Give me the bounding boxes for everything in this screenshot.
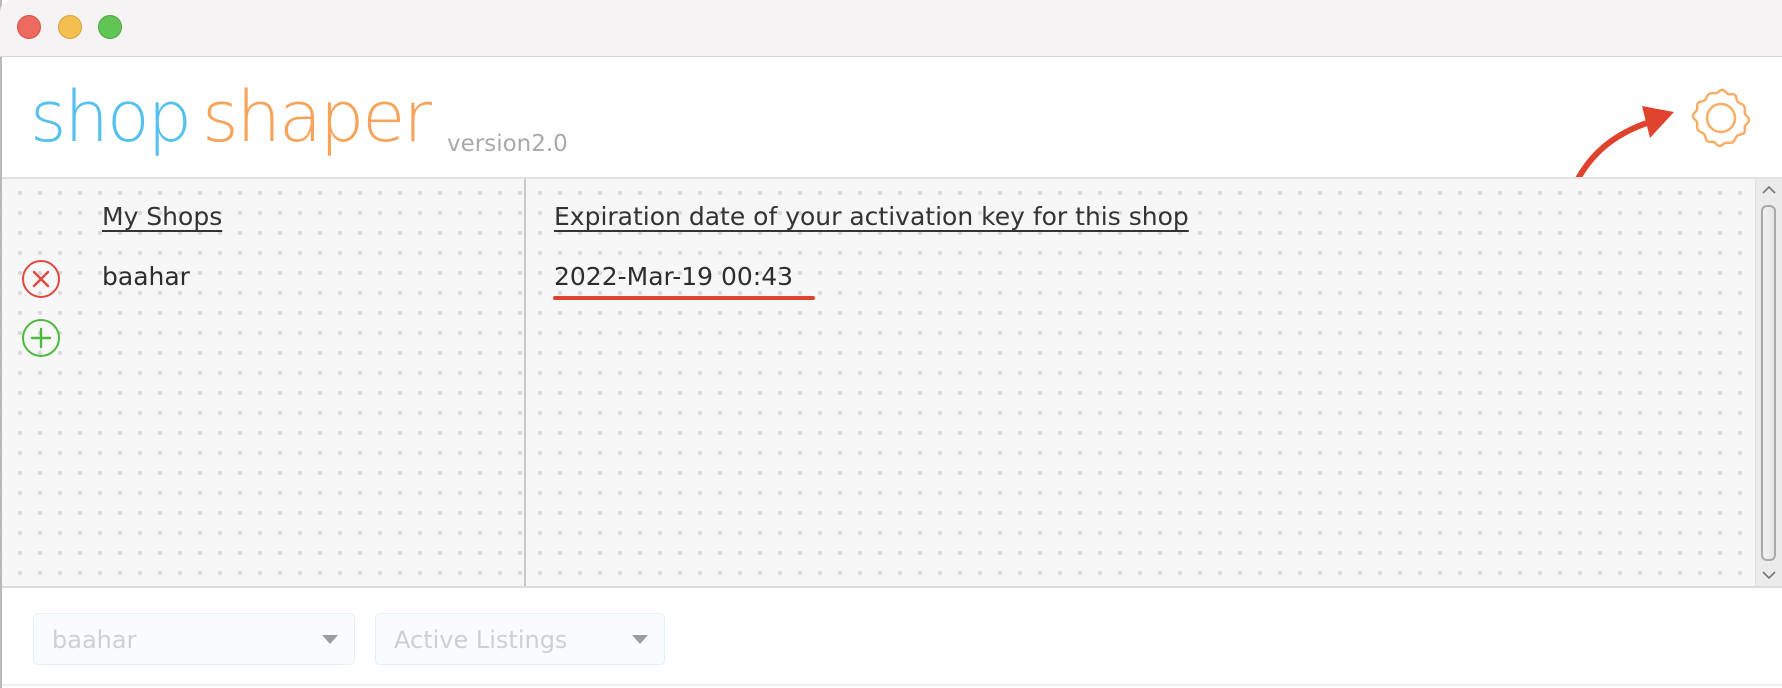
- add-shop-button[interactable]: [22, 319, 60, 357]
- listing-type-select-value: Active Listings: [394, 626, 568, 654]
- footer-divider: [2, 684, 1782, 686]
- logo-shop-text: shop: [30, 76, 192, 158]
- shop-select[interactable]: baahar: [33, 613, 355, 665]
- close-window-button[interactable]: [17, 15, 41, 39]
- chevron-down-icon: [1762, 571, 1776, 580]
- minimize-window-button[interactable]: [58, 15, 82, 39]
- chevron-up-icon: [1762, 185, 1776, 194]
- shop-list-item[interactable]: baahar: [102, 262, 190, 291]
- add-circle-icon: [30, 327, 52, 349]
- caret-down-icon: [632, 635, 648, 644]
- scroll-down-button[interactable]: [1756, 566, 1782, 584]
- expiration-date: 2022-Mar-19 00:43: [554, 262, 794, 291]
- shops-content-panel: My Shops baahar Expiration date of your …: [2, 177, 1782, 588]
- maximize-window-button[interactable]: [98, 15, 122, 39]
- logo-shaper-text: shaper: [202, 76, 432, 158]
- title-bar: [0, 0, 1782, 57]
- gear-icon[interactable]: [1688, 84, 1756, 152]
- annotation-underline: [553, 296, 815, 300]
- footer-bar: baahar Active Listings: [2, 588, 1782, 688]
- listing-type-select[interactable]: Active Listings: [375, 613, 665, 665]
- scrollbar-thumb[interactable]: [1761, 205, 1776, 561]
- vertical-scrollbar[interactable]: [1755, 179, 1782, 586]
- my-shops-header: My Shops: [102, 202, 223, 231]
- expiration-header: Expiration date of your activation key f…: [554, 202, 1189, 231]
- remove-shop-button[interactable]: [22, 260, 60, 298]
- shop-select-value: baahar: [52, 626, 137, 654]
- version-label: version2.0: [447, 131, 568, 157]
- caret-down-icon: [322, 635, 338, 644]
- panel-divider: [524, 179, 526, 586]
- scroll-up-button[interactable]: [1756, 181, 1782, 199]
- app-logo: shop shaper: [30, 72, 432, 162]
- remove-circle-icon: [32, 270, 50, 288]
